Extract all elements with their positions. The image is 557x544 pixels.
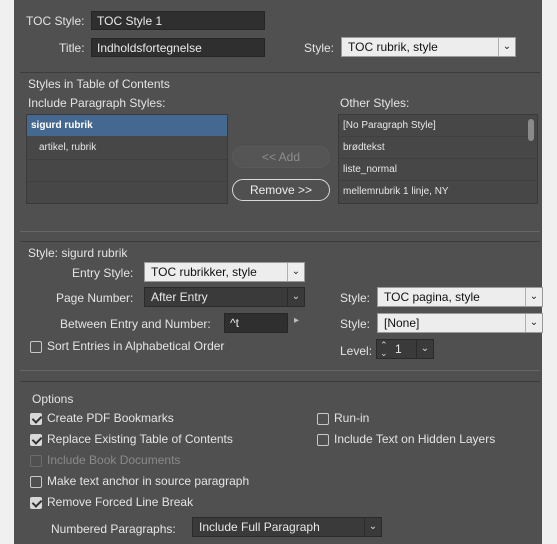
include-book-checkbox[interactable] <box>30 455 42 467</box>
chevron-down-icon: ⌄ <box>287 288 304 306</box>
remove-break-label: Remove Forced Line Break <box>47 495 194 509</box>
create-pdf-checkbox[interactable] <box>30 413 42 425</box>
between-style-value: [None] <box>384 316 420 330</box>
page-number-label: Page Number: <box>56 291 134 305</box>
create-pdf-label: Create PDF Bookmarks <box>47 411 174 425</box>
style-heading: Style: sigurd rubrik <box>28 246 128 260</box>
page-style-dropdown[interactable]: TOC pagina, style ⌄ <box>377 287 543 307</box>
level-value: 1 <box>395 342 402 356</box>
list-item[interactable]: mellemrubrik 1 linje, NY <box>339 181 537 202</box>
numbered-value: Include Full Paragraph <box>199 520 320 534</box>
replace-toc-checkbox[interactable] <box>30 434 42 446</box>
level-stepper[interactable]: ⌃ ⌄ 1 ⌄ <box>376 339 434 359</box>
chevron-down-icon: ⌄ <box>416 340 433 358</box>
between-field[interactable]: ^t <box>224 313 288 333</box>
chevron-down-icon: ⌄ <box>364 518 381 536</box>
chevron-down-icon: ⌄ <box>525 288 542 306</box>
page-style-label: Style: <box>340 291 371 305</box>
hidden-layers-label: Include Text on Hidden Layers <box>334 432 496 446</box>
numbered-dropdown[interactable]: Include Full Paragraph ⌄ <box>192 517 382 537</box>
add-button[interactable]: << Add <box>232 146 330 168</box>
entry-style-label: Entry Style: <box>72 266 134 280</box>
stepper-arrows-icon[interactable]: ⌃ ⌄ <box>380 341 388 358</box>
list-item[interactable]: artikel, rubrik <box>27 137 227 158</box>
title-style-value: TOC rubrik, style <box>348 40 438 54</box>
make-anchor-checkbox[interactable] <box>30 476 42 488</box>
other-styles-list[interactable]: [No Paragraph Style] brødtekst liste_nor… <box>338 114 538 204</box>
list-item[interactable]: brødtekst <box>339 137 537 158</box>
entry-style-dropdown[interactable]: TOC rubrikker, style ⌄ <box>144 262 305 282</box>
run-in-label: Run-in <box>334 411 370 425</box>
toc-style-label: TOC Style: <box>26 14 85 28</box>
title-style-label: Style: <box>304 41 335 55</box>
chevron-down-icon: ⌄ <box>287 263 304 281</box>
toc-dialog: TOC Style: TOC Style 1 Title: Indholdsfo… <box>14 0 543 544</box>
arrow-right-icon[interactable]: ▸ <box>294 315 299 326</box>
run-in-checkbox[interactable] <box>317 413 329 425</box>
between-style-dropdown[interactable]: [None] ⌄ <box>377 313 543 333</box>
hidden-layers-checkbox[interactable] <box>317 434 329 446</box>
toc-style-field[interactable]: TOC Style 1 <box>91 11 265 30</box>
level-label: Level: <box>340 344 373 358</box>
between-style-label: Style: <box>340 317 371 331</box>
numbered-label: Numbered Paragraphs: <box>51 522 176 536</box>
remove-button[interactable]: Remove >> <box>232 179 330 201</box>
page-style-value: TOC pagina, style <box>384 290 480 304</box>
sort-checkbox[interactable] <box>30 341 42 353</box>
page-number-dropdown[interactable]: After Entry ⌄ <box>144 287 305 307</box>
include-styles-list[interactable]: sigurd rubrik artikel, rubrik <box>26 114 228 204</box>
title-label: Title: <box>59 41 85 55</box>
page-number-value: After Entry <box>151 290 208 304</box>
scrollbar-thumb[interactable] <box>528 119 534 141</box>
title-field[interactable]: Indholdsfortegnelse <box>91 38 265 57</box>
other-styles-label: Other Styles: <box>340 96 410 110</box>
chevron-down-icon: ⌄ <box>498 38 515 56</box>
title-style-dropdown[interactable]: TOC rubrik, style ⌄ <box>341 37 516 57</box>
list-item[interactable]: sigurd rubrik <box>27 115 227 136</box>
include-book-label: Include Book Documents <box>47 453 181 467</box>
sort-label: Sort Entries in Alphabetical Order <box>47 339 225 353</box>
list-item[interactable]: liste_normal <box>339 159 537 180</box>
remove-break-checkbox[interactable] <box>30 497 42 509</box>
replace-toc-label: Replace Existing Table of Contents <box>47 432 233 446</box>
list-item[interactable]: [No Paragraph Style] <box>339 115 537 136</box>
chevron-down-icon: ⌄ <box>525 314 542 332</box>
between-label: Between Entry and Number: <box>60 317 211 331</box>
options-heading: Options <box>32 392 74 406</box>
make-anchor-label: Make text anchor in source paragraph <box>47 474 250 488</box>
entry-style-value: TOC rubrikker, style <box>151 265 257 279</box>
include-styles-label: Include Paragraph Styles: <box>28 96 166 110</box>
styles-heading: Styles in Table of Contents <box>28 77 170 91</box>
